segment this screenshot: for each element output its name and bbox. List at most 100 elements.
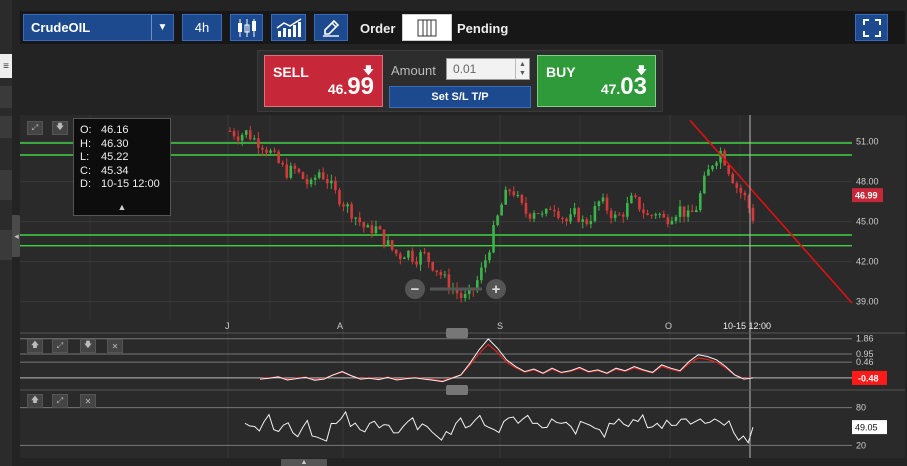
collapse-panel-tab[interactable]: ▲ — [281, 459, 327, 466]
candle-body — [334, 180, 337, 190]
candle-body — [480, 267, 483, 281]
candle-body — [593, 206, 597, 221]
fullscreen-button[interactable] — [855, 14, 888, 41]
ohlc-key: D: — [80, 178, 91, 190]
indicator2-value: 49.05 — [855, 423, 878, 433]
zoom-out-button[interactable]: − — [405, 279, 425, 299]
candle-body — [650, 215, 653, 217]
ohlc-row: D: 10-15 12:00 — [80, 178, 164, 192]
candle-body — [605, 197, 609, 211]
candle-body — [484, 260, 487, 268]
candle-body — [459, 293, 463, 298]
candle-body — [735, 183, 739, 188]
drawing-tools-button[interactable] — [314, 14, 348, 41]
menu-icon[interactable]: ≡ — [0, 54, 12, 78]
ohlc-key: O: — [80, 124, 92, 136]
ohlc-row: C: 45.34 — [80, 165, 164, 179]
symbol-select[interactable]: CrudeOIL ▼ — [23, 14, 174, 41]
candle-body — [301, 172, 305, 179]
chart-area[interactable]: 51.00 48.00 45.00 42.00 39.00 46.99 J A S O 10-15 … — [20, 115, 905, 458]
candle-body — [289, 165, 293, 178]
candle-body — [232, 131, 236, 137]
chart-type-button[interactable] — [230, 14, 263, 41]
candle-body — [281, 162, 285, 165]
expand-icon[interactable]: ⤢ — [52, 339, 68, 353]
close-icon[interactable]: ✕ — [80, 394, 96, 408]
move-up-icon[interactable]: 🡅 — [27, 394, 43, 408]
expand-icon[interactable]: ⤢ — [52, 394, 68, 408]
candle-body — [305, 178, 309, 185]
move-down-icon[interactable]: 🡇 — [52, 121, 68, 135]
order-panel: SELL 🡇 46.99 Amount 0.01 ▲ ▼ Set S/L T/P … — [257, 50, 663, 112]
buy-button[interactable]: BUY 🡇 47.03 — [537, 55, 656, 107]
amount-value: 0.01 — [453, 62, 477, 76]
ohlc-key: L: — [80, 151, 90, 163]
candle-body — [297, 168, 301, 173]
candle-body — [228, 131, 232, 132]
candle-body — [326, 179, 329, 184]
expand-icon[interactable]: ⤢ — [27, 121, 43, 135]
close-icon[interactable]: ✕ — [107, 339, 123, 353]
candle-body — [654, 214, 657, 216]
buy-price: 47.03 — [601, 73, 647, 101]
candle-body — [427, 252, 430, 262]
pane-resize-handle — [446, 328, 468, 338]
candle-body — [703, 175, 706, 194]
current-price-label: 46.99 — [855, 191, 878, 201]
candle-body — [698, 193, 702, 211]
price-axis-label: 51.00 — [856, 137, 879, 147]
chevron-down-icon[interactable]: ▼ — [151, 15, 173, 40]
trend-line — [689, 119, 853, 304]
indicators-button[interactable] — [271, 14, 306, 41]
candle-body — [492, 225, 495, 253]
trading-app: ≡ ◂ CrudeOIL ▼ 4h Order Pending SELL 🡇 4… — [0, 0, 907, 466]
candle-body — [727, 165, 730, 174]
time-axis-label: O — [665, 321, 672, 331]
candle-body — [512, 191, 516, 196]
candle-body — [257, 138, 260, 148]
candlestick-icon — [237, 18, 256, 37]
candle-body — [577, 208, 580, 222]
buy-label: BUY — [546, 64, 576, 80]
candle-body — [354, 217, 357, 219]
amount-stepper[interactable]: ▲ ▼ — [515, 59, 529, 79]
candle-body — [382, 229, 386, 245]
toolbar: CrudeOIL ▼ 4h Order Pending — [20, 11, 905, 44]
candle-body — [244, 130, 248, 135]
candle-body — [265, 149, 268, 153]
caret-up-icon[interactable]: ▲ — [74, 202, 170, 212]
amount-label: Amount — [391, 63, 436, 78]
candle-body — [398, 253, 402, 260]
time-axis-label: A — [337, 321, 343, 331]
pending-toggle[interactable] — [402, 14, 452, 41]
candle-body — [508, 189, 512, 192]
indicator2-line — [244, 410, 754, 444]
move-up-icon[interactable]: 🡅 — [27, 339, 43, 353]
candle-body — [253, 138, 256, 140]
move-down-icon[interactable]: 🡇 — [80, 339, 96, 353]
candle-body — [532, 213, 536, 219]
candle-body — [597, 201, 601, 207]
timeframe-button[interactable]: 4h — [182, 14, 222, 41]
zoom-in-button[interactable]: + — [486, 279, 506, 299]
candle-body — [394, 249, 398, 254]
candle-body — [313, 177, 317, 180]
pending-label: Pending — [457, 21, 509, 36]
candle-body — [403, 257, 406, 260]
price-axis-label: 45.00 — [856, 217, 879, 227]
rail-block — [0, 86, 12, 108]
candle-body — [248, 130, 252, 140]
fullscreen-icon — [862, 18, 881, 37]
candle-body — [690, 210, 694, 213]
candle-body — [617, 214, 621, 216]
sell-button[interactable]: SELL 🡇 46.99 — [264, 55, 383, 107]
ohlc-value: 46.16 — [101, 124, 129, 136]
candle-body — [488, 252, 491, 261]
ohlc-value: 46.30 — [101, 137, 129, 150]
candle-body — [423, 252, 426, 254]
amount-input[interactable]: 0.01 ▲ ▼ — [446, 58, 530, 80]
set-sl-tp-button[interactable]: Set S/L T/P — [389, 86, 531, 108]
indicator1-axis-label: 0.46 — [856, 357, 874, 367]
candle-body — [715, 162, 718, 166]
candle-body — [557, 211, 560, 218]
